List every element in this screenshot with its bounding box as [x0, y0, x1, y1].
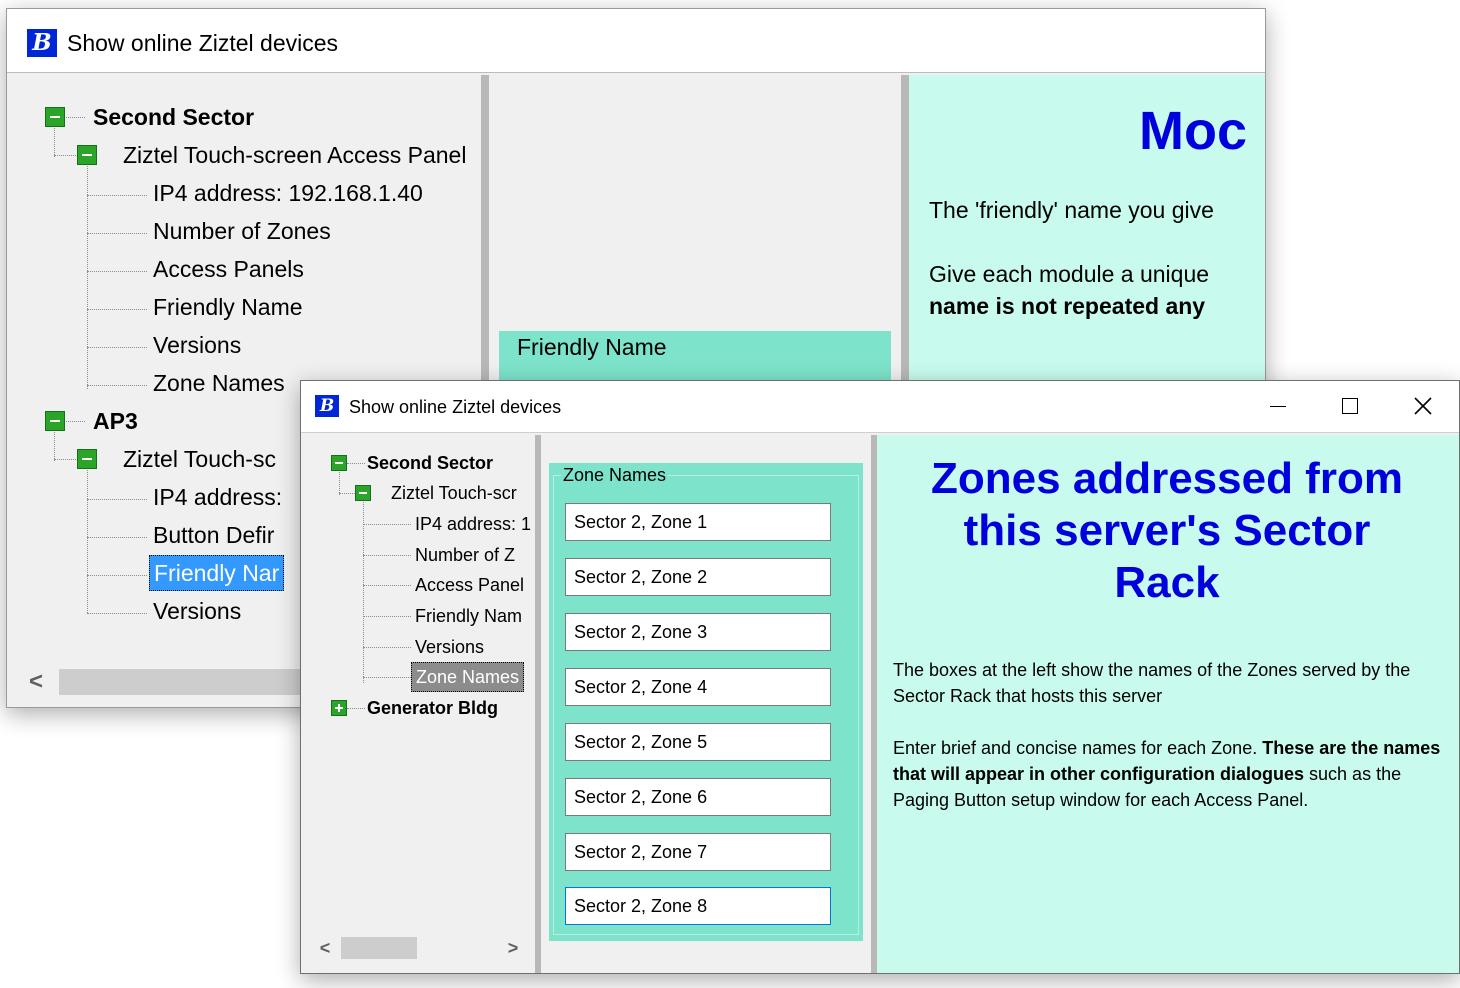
app-logo-icon: B — [315, 395, 339, 417]
tree-node-panel[interactable]: Ziztel Touch-scr — [391, 481, 517, 505]
front-titlebar[interactable]: B Show online Ziztel devices — [301, 381, 1459, 433]
scroll-thumb[interactable] — [341, 937, 417, 959]
app-logo-icon: B — [27, 29, 57, 57]
close-icon — [1414, 397, 1432, 415]
collapse-icon[interactable] — [77, 145, 97, 165]
tree-leaf[interactable]: IP4 address: 1 — [415, 512, 531, 536]
info-paragraph-1: The boxes at the left show the names of … — [893, 660, 1411, 706]
zone-6-input[interactable] — [565, 778, 831, 816]
back-info-text-2a: Give each module a unique — [929, 261, 1210, 287]
tree-leaf[interactable]: Access Panel — [415, 573, 524, 597]
tree-leaf[interactable]: Versions — [153, 331, 241, 359]
minimize-button[interactable] — [1245, 381, 1309, 433]
close-button[interactable] — [1391, 381, 1455, 433]
tree-leaf[interactable]: Access Panels — [153, 255, 304, 283]
zone-3-input[interactable] — [565, 613, 831, 651]
zone-2-input[interactable] — [565, 558, 831, 596]
scroll-left-icon[interactable]: < — [21, 667, 51, 697]
scroll-left-icon[interactable]: < — [313, 935, 337, 961]
info-heading: Zones addressed from this server's Secto… — [931, 454, 1403, 607]
tree-node-sector[interactable]: Second Sector — [367, 451, 493, 475]
back-info-heading: Moc — [1139, 101, 1247, 161]
tree-leaf[interactable]: IP4 address: 192.168.1.40 — [153, 179, 423, 207]
back-info-text-1: The 'friendly' name you give — [929, 197, 1214, 223]
front-info-pane: Zones addressed from this server's Secto… — [877, 435, 1459, 973]
info-paragraph-2: Enter brief and concise names for each Z… — [893, 735, 1445, 813]
collapse-icon[interactable] — [45, 411, 65, 431]
zone-group-label: Zone Names — [561, 463, 669, 487]
tree-leaf[interactable]: Number of Z — [415, 543, 515, 567]
collapse-icon[interactable] — [45, 107, 65, 127]
zone-4-input[interactable] — [565, 668, 831, 706]
tree-leaf[interactable]: IP4 address: — [153, 483, 282, 511]
back-titlebar: B Show online Ziztel devices — [7, 9, 1265, 73]
zone-pane: Zone Names — [541, 435, 871, 973]
front-window: B Show online Ziztel devices Second Sect… — [300, 380, 1460, 974]
tree-leaf-selected[interactable]: Friendly Nar — [149, 555, 285, 591]
tree-leaf[interactable]: Zone Names — [153, 369, 285, 397]
tree-node-panel[interactable]: Ziztel Touch-sc — [123, 445, 276, 473]
tree-leaf[interactable]: Friendly Nam — [415, 604, 522, 628]
zone-8-input[interactable] — [565, 887, 831, 925]
collapse-icon[interactable] — [331, 455, 347, 471]
tree-leaf[interactable]: Friendly Name — [153, 293, 303, 321]
front-window-title: Show online Ziztel devices — [349, 397, 562, 417]
group-label: Friendly Name — [517, 334, 667, 360]
minimize-icon — [1270, 406, 1286, 407]
collapse-icon[interactable] — [355, 485, 371, 501]
maximize-icon — [1342, 398, 1358, 414]
back-window-title: Show online Ziztel devices — [67, 30, 339, 56]
scroll-right-icon[interactable]: > — [501, 935, 525, 961]
maximize-button[interactable] — [1317, 381, 1381, 433]
zone-7-input[interactable] — [565, 833, 831, 871]
collapse-icon[interactable] — [77, 449, 97, 469]
expand-icon[interactable] — [331, 700, 347, 716]
zone-5-input[interactable] — [565, 723, 831, 761]
tree-node-sector[interactable]: Second Sector — [93, 103, 254, 131]
tree-leaf[interactable]: Versions — [153, 597, 241, 625]
front-hscrollbar[interactable]: < > — [303, 933, 535, 963]
tree-leaf-selected[interactable]: Zone Names — [411, 662, 525, 692]
tree-node-panel[interactable]: Ziztel Touch-screen Access Panel — [123, 141, 466, 169]
tree-leaf[interactable]: Button Defir — [153, 521, 274, 549]
front-tree-pane[interactable]: Second Sector Ziztel Touch-scr IP4 addre… — [303, 435, 535, 973]
info-p2-plain: Enter brief and concise names for each Z… — [893, 738, 1263, 758]
back-info-text-2b: name is not repeated any — [929, 293, 1206, 319]
tree-leaf[interactable]: Versions — [415, 635, 484, 659]
zone-1-input[interactable] — [565, 503, 831, 541]
tree-leaf[interactable]: Number of Zones — [153, 217, 331, 245]
tree-node-ap3[interactable]: AP3 — [93, 407, 138, 435]
zone-names-group: Zone Names — [549, 463, 863, 941]
tree-node-generator[interactable]: Generator Bldg — [367, 696, 498, 720]
